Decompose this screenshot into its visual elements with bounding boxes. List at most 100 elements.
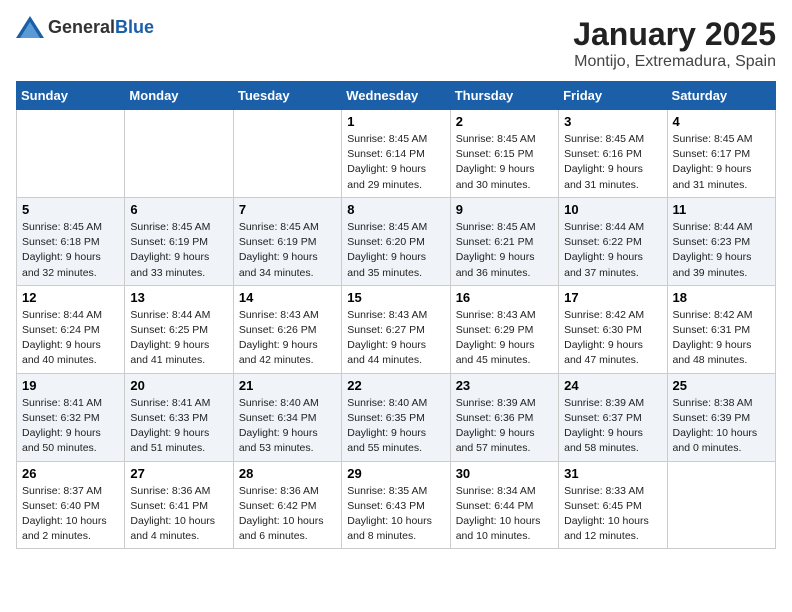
day-number: 16	[456, 290, 553, 305]
day-info: Sunrise: 8:39 AM Sunset: 6:37 PM Dayligh…	[564, 396, 661, 457]
day-info: Sunrise: 8:40 AM Sunset: 6:34 PM Dayligh…	[239, 396, 336, 457]
day-info: Sunrise: 8:41 AM Sunset: 6:33 PM Dayligh…	[130, 396, 227, 457]
header-friday: Friday	[559, 82, 667, 110]
header-tuesday: Tuesday	[233, 82, 341, 110]
day-info: Sunrise: 8:45 AM Sunset: 6:14 PM Dayligh…	[347, 132, 444, 193]
day-number: 26	[22, 466, 119, 481]
week-row-1: 5 Sunrise: 8:45 AM Sunset: 6:18 PM Daylig…	[17, 197, 776, 285]
day-number: 24	[564, 378, 661, 393]
day-info: Sunrise: 8:37 AM Sunset: 6:40 PM Dayligh…	[22, 484, 119, 545]
day-info: Sunrise: 8:43 AM Sunset: 6:27 PM Dayligh…	[347, 308, 444, 369]
day-info: Sunrise: 8:44 AM Sunset: 6:22 PM Dayligh…	[564, 220, 661, 281]
day-cell: 7 Sunrise: 8:45 AM Sunset: 6:19 PM Daylig…	[233, 197, 341, 285]
day-number: 14	[239, 290, 336, 305]
day-number: 31	[564, 466, 661, 481]
day-cell: 24 Sunrise: 8:39 AM Sunset: 6:37 PM Dayli…	[559, 373, 667, 461]
day-info: Sunrise: 8:45 AM Sunset: 6:19 PM Dayligh…	[239, 220, 336, 281]
day-number: 15	[347, 290, 444, 305]
day-number: 28	[239, 466, 336, 481]
calendar-subtitle: Montijo, Extremadura, Spain	[573, 53, 776, 71]
calendar-table: SundayMondayTuesdayWednesdayThursdayFrid…	[16, 81, 776, 549]
day-number: 4	[673, 114, 770, 129]
day-number: 27	[130, 466, 227, 481]
day-info: Sunrise: 8:45 AM Sunset: 6:17 PM Dayligh…	[673, 132, 770, 193]
day-info: Sunrise: 8:45 AM Sunset: 6:21 PM Dayligh…	[456, 220, 553, 281]
day-number: 2	[456, 114, 553, 129]
day-info: Sunrise: 8:36 AM Sunset: 6:42 PM Dayligh…	[239, 484, 336, 545]
day-info: Sunrise: 8:45 AM Sunset: 6:18 PM Dayligh…	[22, 220, 119, 281]
day-info: Sunrise: 8:41 AM Sunset: 6:32 PM Dayligh…	[22, 396, 119, 457]
day-number: 23	[456, 378, 553, 393]
header-row: SundayMondayTuesdayWednesdayThursdayFrid…	[17, 82, 776, 110]
day-info: Sunrise: 8:42 AM Sunset: 6:31 PM Dayligh…	[673, 308, 770, 369]
day-info: Sunrise: 8:39 AM Sunset: 6:36 PM Dayligh…	[456, 396, 553, 457]
day-cell: 17Sunrise: 8:42 AM Sunset: 6:30 PM Dayli…	[559, 285, 667, 373]
logo-icon	[16, 16, 44, 38]
day-number: 11	[673, 202, 770, 217]
day-number: 25	[673, 378, 770, 393]
day-cell: 27 Sunrise: 8:36 AM Sunset: 6:41 PM Dayli…	[125, 461, 233, 549]
day-cell: 8Sunrise: 8:45 AM Sunset: 6:20 PM Daylig…	[342, 197, 450, 285]
day-info: Sunrise: 8:36 AM Sunset: 6:41 PM Dayligh…	[130, 484, 227, 545]
day-cell: 28 Sunrise: 8:36 AM Sunset: 6:42 PM Dayli…	[233, 461, 341, 549]
day-info: Sunrise: 8:34 AM Sunset: 6:44 PM Dayligh…	[456, 484, 553, 545]
day-info: Sunrise: 8:45 AM Sunset: 6:16 PM Dayligh…	[564, 132, 661, 193]
day-cell: 13Sunrise: 8:44 AM Sunset: 6:25 PM Dayli…	[125, 285, 233, 373]
day-cell: 21Sunrise: 8:40 AM Sunset: 6:34 PM Dayli…	[233, 373, 341, 461]
day-info: Sunrise: 8:45 AM Sunset: 6:20 PM Dayligh…	[347, 220, 444, 281]
logo-blue: Blue	[115, 17, 154, 37]
day-number: 7	[239, 202, 336, 217]
week-row-2: 12Sunrise: 8:44 AM Sunset: 6:24 PM Dayli…	[17, 285, 776, 373]
day-cell	[667, 461, 775, 549]
day-info: Sunrise: 8:45 AM Sunset: 6:19 PM Dayligh…	[130, 220, 227, 281]
day-cell: 12Sunrise: 8:44 AM Sunset: 6:24 PM Dayli…	[17, 285, 125, 373]
logo: GeneralBlue	[16, 16, 154, 38]
day-cell: 3Sunrise: 8:45 AM Sunset: 6:16 PM Daylig…	[559, 110, 667, 198]
day-info: Sunrise: 8:44 AM Sunset: 6:25 PM Dayligh…	[130, 308, 227, 369]
day-cell: 9 Sunrise: 8:45 AM Sunset: 6:21 PM Daylig…	[450, 197, 558, 285]
day-number: 29	[347, 466, 444, 481]
header: GeneralBlue January 2025 Montijo, Extrem…	[16, 16, 776, 71]
day-number: 5	[22, 202, 119, 217]
day-number: 1	[347, 114, 444, 129]
day-info: Sunrise: 8:44 AM Sunset: 6:23 PM Dayligh…	[673, 220, 770, 281]
day-info: Sunrise: 8:35 AM Sunset: 6:43 PM Dayligh…	[347, 484, 444, 545]
day-cell: 5 Sunrise: 8:45 AM Sunset: 6:18 PM Daylig…	[17, 197, 125, 285]
day-number: 12	[22, 290, 119, 305]
day-cell: 10Sunrise: 8:44 AM Sunset: 6:22 PM Dayli…	[559, 197, 667, 285]
header-thursday: Thursday	[450, 82, 558, 110]
header-sunday: Sunday	[17, 82, 125, 110]
day-info: Sunrise: 8:33 AM Sunset: 6:45 PM Dayligh…	[564, 484, 661, 545]
day-cell: 18Sunrise: 8:42 AM Sunset: 6:31 PM Dayli…	[667, 285, 775, 373]
header-monday: Monday	[125, 82, 233, 110]
day-cell	[17, 110, 125, 198]
day-cell: 1 Sunrise: 8:45 AM Sunset: 6:14 PM Daylig…	[342, 110, 450, 198]
header-wednesday: Wednesday	[342, 82, 450, 110]
day-number: 22	[347, 378, 444, 393]
day-info: Sunrise: 8:38 AM Sunset: 6:39 PM Dayligh…	[673, 396, 770, 457]
week-row-0: 1 Sunrise: 8:45 AM Sunset: 6:14 PM Daylig…	[17, 110, 776, 198]
day-cell: 26 Sunrise: 8:37 AM Sunset: 6:40 PM Dayli…	[17, 461, 125, 549]
day-cell: 29 Sunrise: 8:35 AM Sunset: 6:43 PM Dayli…	[342, 461, 450, 549]
day-cell: 25 Sunrise: 8:38 AM Sunset: 6:39 PM Dayli…	[667, 373, 775, 461]
week-row-4: 26 Sunrise: 8:37 AM Sunset: 6:40 PM Dayli…	[17, 461, 776, 549]
day-number: 20	[130, 378, 227, 393]
day-number: 17	[564, 290, 661, 305]
logo-general: General	[48, 17, 115, 37]
day-cell: 22Sunrise: 8:40 AM Sunset: 6:35 PM Dayli…	[342, 373, 450, 461]
day-cell	[125, 110, 233, 198]
day-number: 9	[456, 202, 553, 217]
day-cell: 14Sunrise: 8:43 AM Sunset: 6:26 PM Dayli…	[233, 285, 341, 373]
calendar-title: January 2025	[573, 16, 776, 53]
day-info: Sunrise: 8:45 AM Sunset: 6:15 PM Dayligh…	[456, 132, 553, 193]
day-number: 19	[22, 378, 119, 393]
day-cell	[233, 110, 341, 198]
day-number: 30	[456, 466, 553, 481]
day-cell: 2 Sunrise: 8:45 AM Sunset: 6:15 PM Daylig…	[450, 110, 558, 198]
day-cell: 15 Sunrise: 8:43 AM Sunset: 6:27 PM Dayli…	[342, 285, 450, 373]
day-number: 6	[130, 202, 227, 217]
title-area: January 2025 Montijo, Extremadura, Spain	[573, 16, 776, 71]
day-cell: 11 Sunrise: 8:44 AM Sunset: 6:23 PM Dayli…	[667, 197, 775, 285]
day-cell: 6 Sunrise: 8:45 AM Sunset: 6:19 PM Daylig…	[125, 197, 233, 285]
day-cell: 4 Sunrise: 8:45 AM Sunset: 6:17 PM Daylig…	[667, 110, 775, 198]
